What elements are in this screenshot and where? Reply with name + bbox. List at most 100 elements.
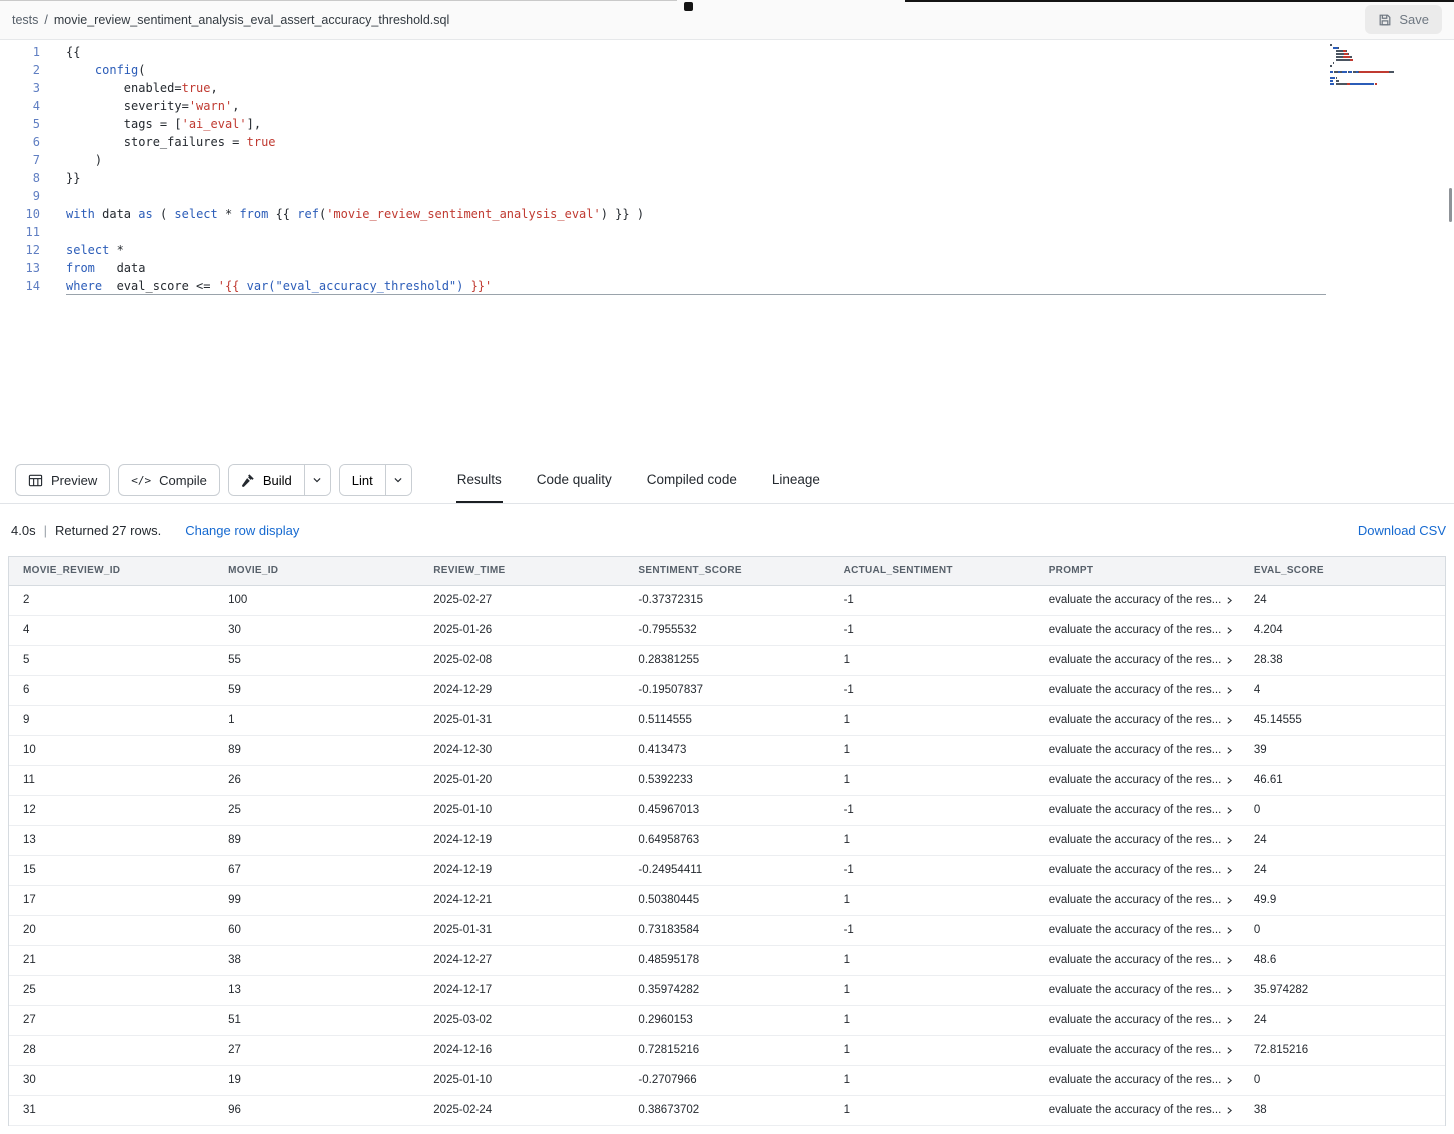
code-line[interactable]: 12select * <box>0 241 1454 259</box>
code-line[interactable]: 6 store_failures = true <box>0 133 1454 151</box>
chevron-down-icon <box>393 475 403 485</box>
build-dropdown-button[interactable] <box>304 465 330 495</box>
lint-dropdown-button[interactable] <box>385 465 411 495</box>
breadcrumb-folder[interactable]: tests <box>12 13 38 27</box>
cell-sentiment_score: 0.35974282 <box>624 975 829 1005</box>
expand-prompt-icon[interactable] <box>1225 1046 1234 1055</box>
file-header-bar: tests / movie_review_sentiment_analysis_… <box>0 0 1454 40</box>
table-row: 10892024-12-300.4134731evaluate the accu… <box>9 735 1445 765</box>
code-line[interactable]: 4 severity='warn', <box>0 97 1454 115</box>
cell-sentiment_score: 0.73183584 <box>624 915 829 945</box>
results-status-bar: 4.0s | Returned 27 rows. Change row disp… <box>0 504 1454 556</box>
code-line[interactable]: 11 <box>0 223 1454 241</box>
expand-prompt-icon[interactable] <box>1225 896 1234 905</box>
code-line[interactable]: 14where eval_score <= '{{ var("eval_accu… <box>0 277 1454 295</box>
code-text: {{ <box>66 43 80 61</box>
cell-movie_id: 99 <box>214 885 419 915</box>
column-header-sentiment_score: SENTIMENT_SCORE <box>624 557 829 585</box>
cell-eval_score: 45.14555 <box>1240 705 1445 735</box>
lint-split-button: Lint <box>339 464 412 496</box>
prompt-preview: evaluate the accuracy of the res... <box>1049 1044 1222 1056</box>
build-button[interactable]: Build <box>229 465 304 495</box>
cell-prompt: evaluate the accuracy of the res... <box>1035 1035 1240 1065</box>
cell-review_time: 2025-02-24 <box>419 1095 624 1125</box>
code-line[interactable]: 10with data as ( select * from {{ ref('m… <box>0 205 1454 223</box>
download-csv-link[interactable]: Download CSV <box>1358 523 1446 538</box>
cell-review_time: 2024-12-19 <box>419 855 624 885</box>
results-table-container: MOVIE_REVIEW_IDMOVIE_IDREVIEW_TIMESENTIM… <box>8 556 1446 1126</box>
expand-prompt-icon[interactable] <box>1225 1106 1234 1115</box>
expand-prompt-icon[interactable] <box>1225 776 1234 785</box>
save-button[interactable]: Save <box>1365 5 1442 34</box>
expand-prompt-icon[interactable] <box>1225 596 1234 605</box>
query-summary: 4.0s | Returned 27 rows. Change row disp… <box>11 523 299 538</box>
expand-prompt-icon[interactable] <box>1225 1016 1234 1025</box>
code-line[interactable]: 3 enabled=true, <box>0 79 1454 97</box>
code-line[interactable]: 13from data <box>0 259 1454 277</box>
prompt-preview: evaluate the accuracy of the res... <box>1049 1014 1222 1026</box>
cell-movie_id: 13 <box>214 975 419 1005</box>
column-header-review_time: REVIEW_TIME <box>419 557 624 585</box>
tab-code-quality[interactable]: Code quality <box>536 457 613 503</box>
table-row: 17992024-12-210.503804451evaluate the ac… <box>9 885 1445 915</box>
cell-eval_score: 35.974282 <box>1240 975 1445 1005</box>
table-row: 4302025-01-26-0.7955532-1evaluate the ac… <box>9 615 1445 645</box>
save-button-label: Save <box>1399 12 1429 27</box>
code-lines: 1{{2 config(3 enabled=true,4 severity='w… <box>0 43 1454 295</box>
compile-button[interactable]: </> Compile <box>118 464 220 496</box>
cell-actual_sentiment: 1 <box>830 885 1035 915</box>
expand-prompt-icon[interactable] <box>1225 806 1234 815</box>
cell-review_time: 2024-12-19 <box>419 825 624 855</box>
prompt-preview: evaluate the accuracy of the res... <box>1049 864 1222 876</box>
cell-actual_sentiment: -1 <box>830 855 1035 885</box>
cell-eval_score: 4.204 <box>1240 615 1445 645</box>
expand-prompt-icon[interactable] <box>1225 986 1234 995</box>
line-number: 6 <box>0 133 40 151</box>
editor-scrollbar[interactable] <box>1449 188 1452 222</box>
expand-prompt-icon[interactable] <box>1225 836 1234 845</box>
code-line[interactable]: 2 config( <box>0 61 1454 79</box>
expand-prompt-icon[interactable] <box>1225 956 1234 965</box>
expand-prompt-icon[interactable] <box>1225 926 1234 935</box>
expand-prompt-icon[interactable] <box>1225 866 1234 875</box>
prompt-preview: evaluate the accuracy of the res... <box>1049 624 1222 636</box>
code-line[interactable]: 5 tags = ['ai_eval'], <box>0 115 1454 133</box>
code-line[interactable]: 1{{ <box>0 43 1454 61</box>
code-brackets-icon: </> <box>131 474 151 487</box>
code-line[interactable]: 7 ) <box>0 151 1454 169</box>
cell-eval_score: 0 <box>1240 795 1445 825</box>
cell-review_time: 2025-01-10 <box>419 795 624 825</box>
cell-review_time: 2025-03-02 <box>419 1005 624 1035</box>
line-number: 14 <box>0 277 40 295</box>
minimap-line <box>1330 77 1442 79</box>
cell-review_time: 2025-01-31 <box>419 705 624 735</box>
prompt-preview: evaluate the accuracy of the res... <box>1049 594 1222 606</box>
cell-prompt: evaluate the accuracy of the res... <box>1035 915 1240 945</box>
line-number: 12 <box>0 241 40 259</box>
cell-sentiment_score: 0.64958763 <box>624 825 829 855</box>
minimap[interactable] <box>1330 44 1442 86</box>
change-row-display-link[interactable]: Change row display <box>185 523 299 538</box>
cell-review_time: 2024-12-27 <box>419 945 624 975</box>
tab-results[interactable]: Results <box>456 457 503 503</box>
prompt-preview: evaluate the accuracy of the res... <box>1049 1074 1222 1086</box>
code-editor[interactable]: 1{{2 config(3 enabled=true,4 severity='w… <box>0 40 1454 457</box>
cell-sentiment_score: 0.72815216 <box>624 1035 829 1065</box>
code-line[interactable]: 9 <box>0 187 1454 205</box>
tab-compiled-code[interactable]: Compiled code <box>646 457 738 503</box>
cell-movie_id: 89 <box>214 825 419 855</box>
expand-prompt-icon[interactable] <box>1225 746 1234 755</box>
code-line[interactable]: 8}} <box>0 169 1454 187</box>
preview-button[interactable]: Preview <box>15 464 110 496</box>
expand-prompt-icon[interactable] <box>1225 1076 1234 1085</box>
expand-prompt-icon[interactable] <box>1225 686 1234 695</box>
cell-sentiment_score: -0.7955532 <box>624 615 829 645</box>
expand-prompt-icon[interactable] <box>1225 626 1234 635</box>
code-text: enabled=true, <box>66 79 218 97</box>
cell-prompt: evaluate the accuracy of the res... <box>1035 1095 1240 1125</box>
expand-prompt-icon[interactable] <box>1225 716 1234 725</box>
expand-prompt-icon[interactable] <box>1225 656 1234 665</box>
lint-button[interactable]: Lint <box>340 465 385 495</box>
table-row: 15672024-12-19-0.24954411-1evaluate the … <box>9 855 1445 885</box>
tab-lineage[interactable]: Lineage <box>771 457 821 503</box>
